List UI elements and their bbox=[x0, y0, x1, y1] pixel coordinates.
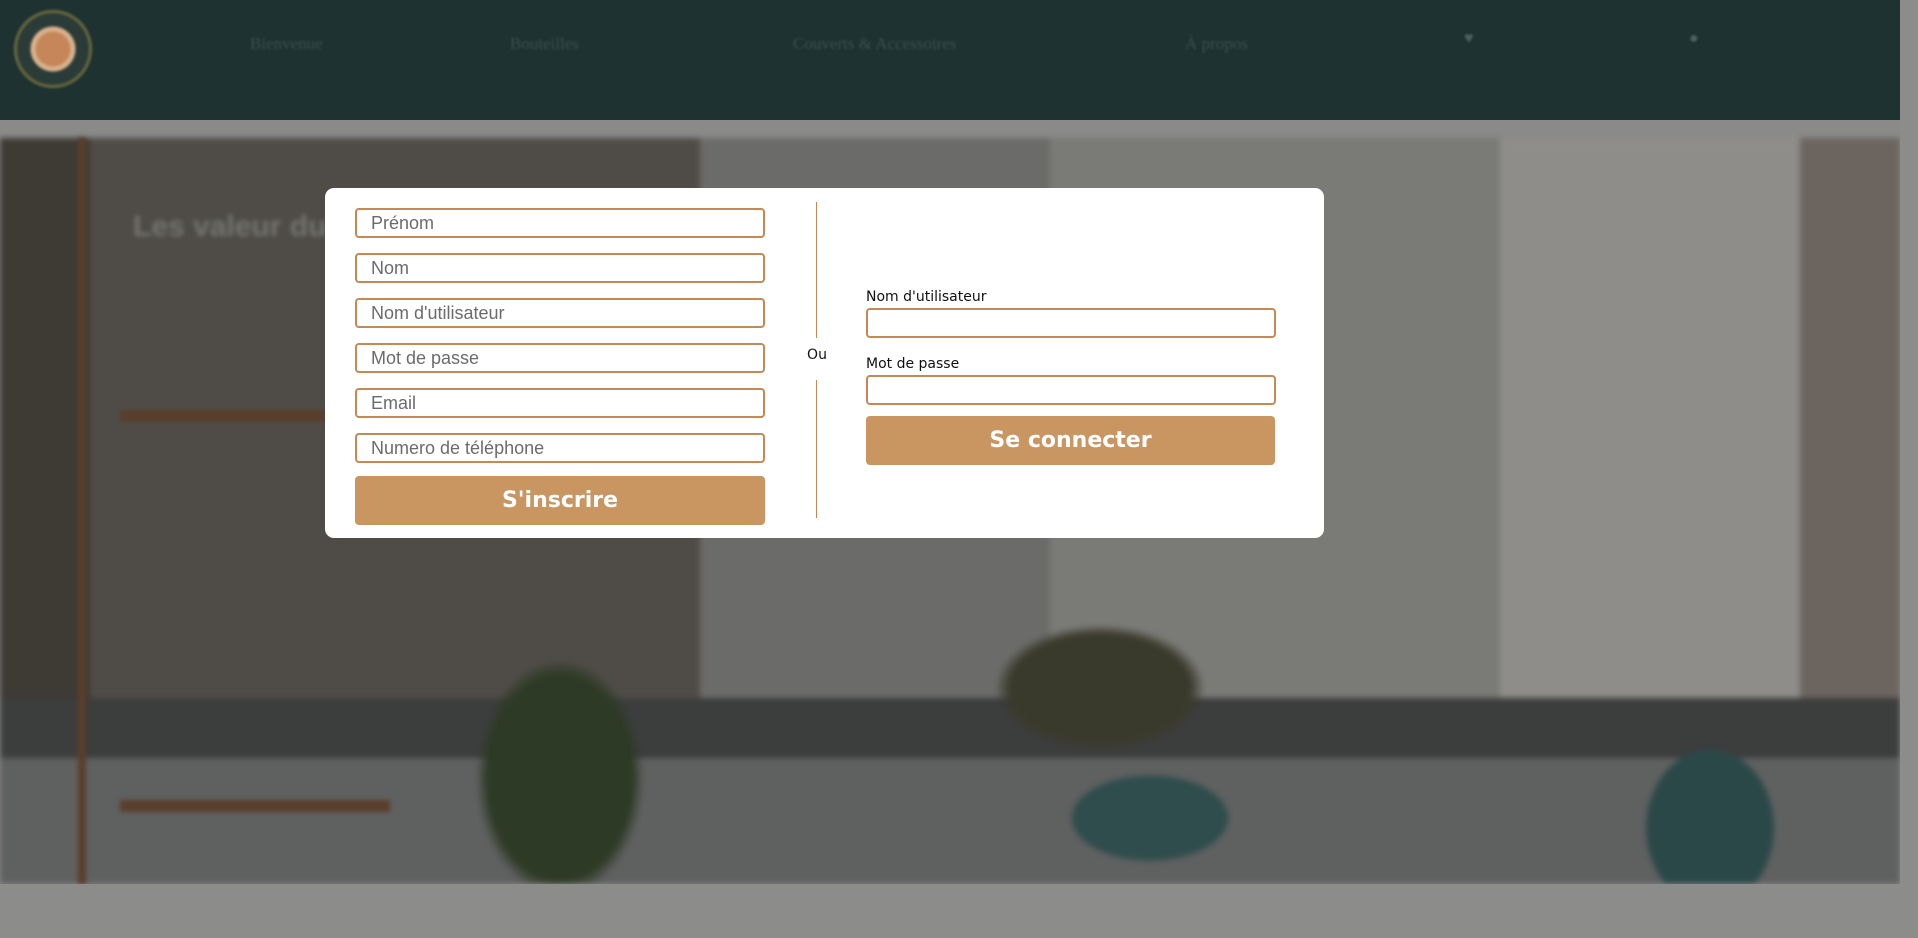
login-username-input[interactable] bbox=[866, 308, 1276, 338]
shelf-post bbox=[78, 138, 86, 884]
shelf-board bbox=[120, 800, 390, 812]
nav-item-couverts[interactable]: Couverts & Accessoires bbox=[793, 34, 956, 54]
email-input[interactable] bbox=[355, 388, 765, 418]
brand-logo[interactable] bbox=[14, 10, 92, 88]
signup-username-input[interactable] bbox=[355, 298, 765, 328]
nav-item-bouteilles[interactable]: Bouteilles bbox=[510, 34, 579, 54]
user-icon[interactable]: ● bbox=[1689, 30, 1699, 48]
hero-title: Les valeur du bbox=[133, 210, 327, 243]
phone-input[interactable] bbox=[355, 433, 765, 463]
nav-item-a-propos[interactable]: À propos bbox=[1185, 34, 1248, 54]
scrollbar-area bbox=[1900, 0, 1918, 938]
page-footer-band bbox=[0, 884, 1918, 938]
signup-password-input[interactable] bbox=[355, 343, 765, 373]
login-form: Nom d'utilisateur Mot de passe Se connec… bbox=[866, 289, 1276, 465]
login-password-label: Mot de passe bbox=[866, 356, 960, 372]
signup-form: S'inscrire bbox=[355, 208, 765, 525]
divider-line-top bbox=[816, 202, 817, 338]
first-name-input[interactable] bbox=[355, 208, 765, 238]
signup-button[interactable]: S'inscrire bbox=[355, 476, 765, 525]
divider-line-bottom bbox=[816, 380, 817, 518]
login-username-label: Nom d'utilisateur bbox=[866, 289, 987, 305]
nav-item-bienvenue[interactable]: Bienvenue bbox=[250, 34, 323, 54]
site-header: Bienvenue Bouteilles Couverts & Accessoi… bbox=[0, 0, 1900, 120]
auth-modal: S'inscrire Ou Nom d'utilisateur Mot de p… bbox=[325, 188, 1324, 538]
heart-icon[interactable]: ♥ bbox=[1464, 30, 1474, 48]
login-password-input[interactable] bbox=[866, 375, 1276, 405]
login-button[interactable]: Se connecter bbox=[866, 416, 1275, 465]
last-name-input[interactable] bbox=[355, 253, 765, 283]
divider-or-text: Ou bbox=[807, 347, 827, 363]
